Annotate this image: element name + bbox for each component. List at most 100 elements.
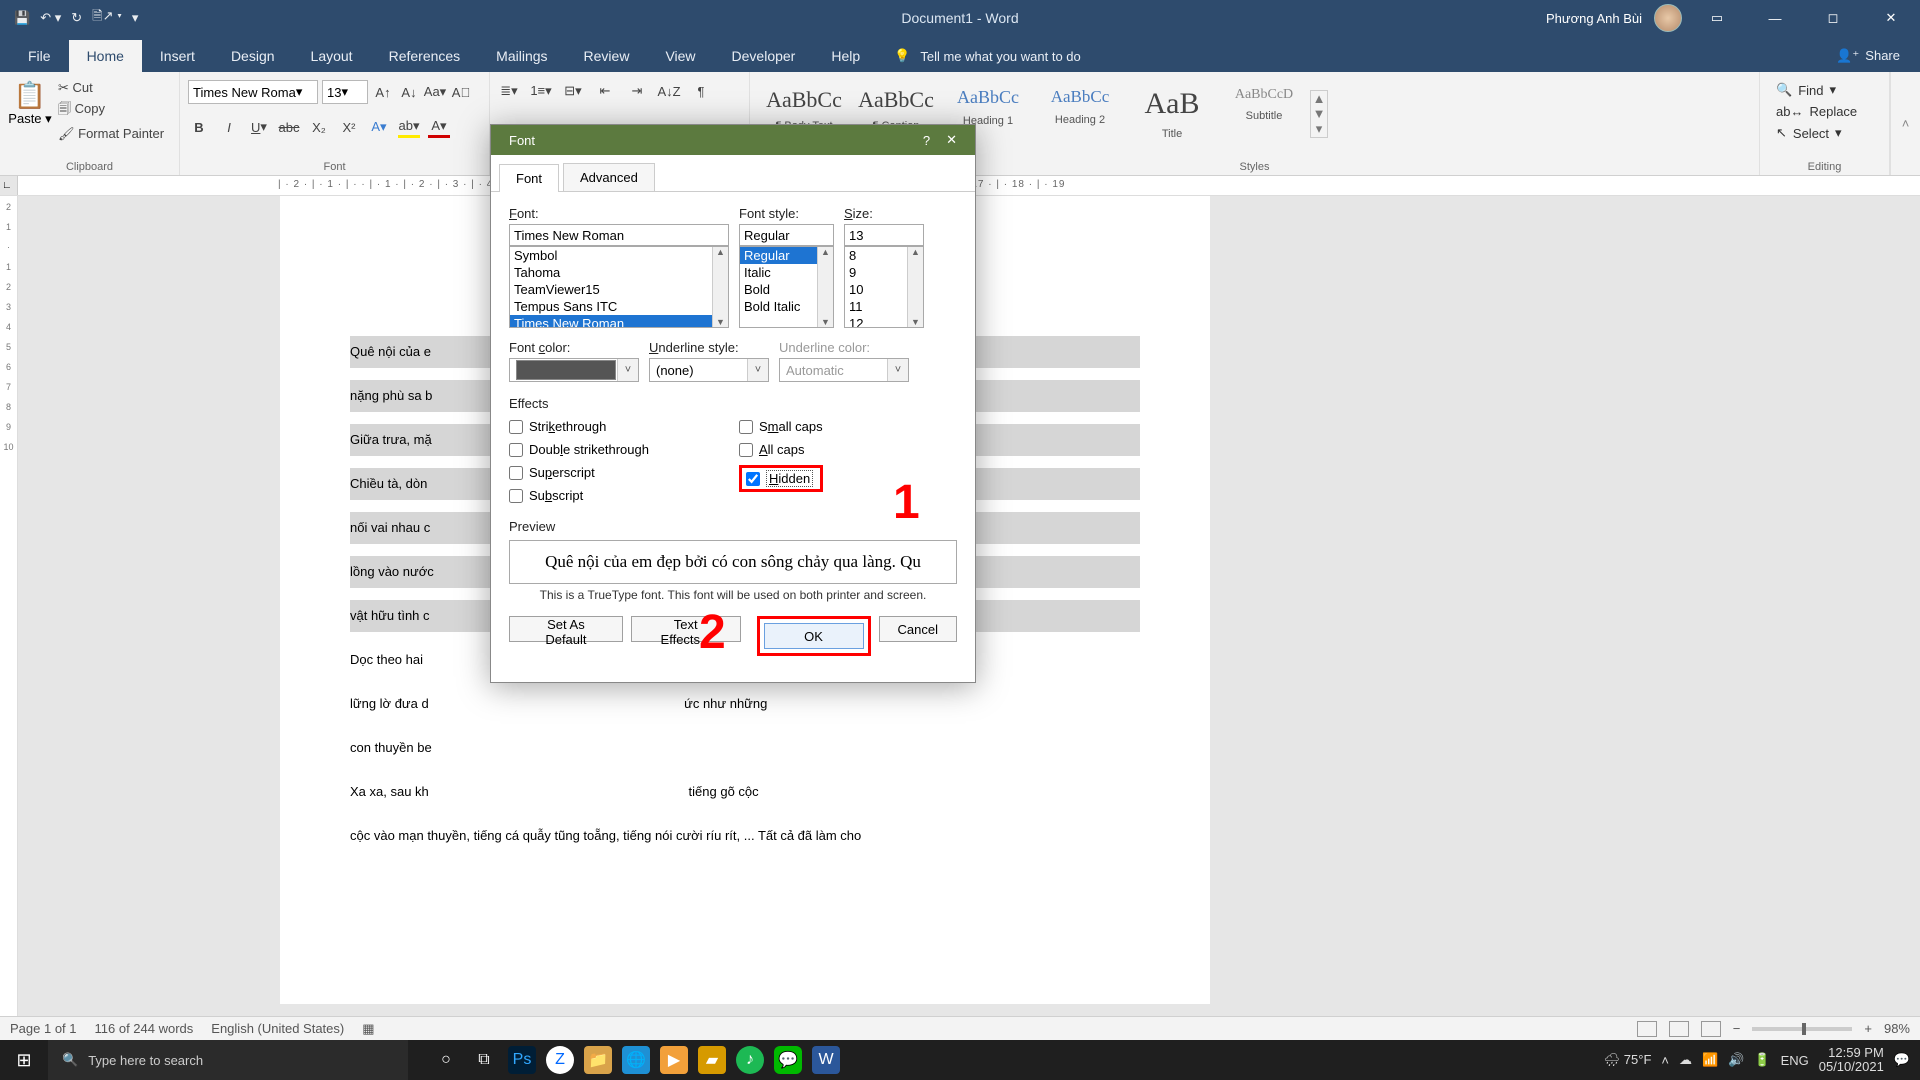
page-status[interactable]: Page 1 of 1	[10, 1021, 77, 1036]
zoom-level[interactable]: 98%	[1884, 1021, 1910, 1036]
ribbon-display-icon[interactable]: ▭	[1694, 0, 1740, 36]
maximize-icon[interactable]: ◻	[1810, 0, 1856, 36]
zoom-in-icon[interactable]: +	[1864, 1021, 1872, 1036]
shrink-font-icon[interactable]: A↓	[398, 81, 420, 103]
language-indicator[interactable]: ENG	[1781, 1053, 1809, 1068]
zoom-slider[interactable]	[1752, 1027, 1852, 1031]
superscript-checkbox[interactable]: Superscript	[509, 465, 649, 480]
underline-style-dropdown[interactable]: (none)	[649, 358, 769, 382]
tab-help[interactable]: Help	[813, 40, 878, 72]
subscript-checkbox[interactable]: Subscript	[509, 488, 649, 503]
user-name[interactable]: Phương Anh Bùi	[1546, 11, 1642, 26]
bold-icon[interactable]: B	[188, 116, 210, 138]
cut-button[interactable]: ✂ Cut	[58, 80, 164, 96]
macro-icon[interactable]: ▦	[362, 1021, 374, 1037]
word-icon[interactable]: W	[812, 1046, 840, 1074]
print-layout-icon[interactable]	[1669, 1021, 1689, 1037]
ok-button[interactable]: OK	[764, 623, 864, 649]
hidden-checkbox[interactable]: Hidden	[746, 470, 813, 487]
all-caps-checkbox[interactable]: All caps	[739, 442, 823, 457]
tab-selector-icon[interactable]: ∟	[0, 178, 14, 193]
avatar[interactable]	[1654, 4, 1682, 32]
cloud-icon[interactable]: ☁	[1679, 1052, 1692, 1068]
tab-layout[interactable]: Layout	[293, 40, 371, 72]
line-icon[interactable]: 💬	[774, 1046, 802, 1074]
read-mode-icon[interactable]	[1637, 1021, 1657, 1037]
font-name-combo[interactable]: Times New Roma ▾	[188, 80, 318, 104]
bullets-icon[interactable]: ≣▾	[498, 80, 520, 102]
zalo-icon[interactable]: Z	[546, 1046, 574, 1074]
dialog-close-icon[interactable]: ✕	[938, 132, 965, 148]
wifi-icon[interactable]: 📶	[1702, 1052, 1718, 1068]
styles-more-icon[interactable]: ▾	[1311, 121, 1327, 137]
font-size-listbox[interactable]: 8 9 10 11 12	[844, 246, 924, 328]
undo-icon[interactable]: ↶ ▾	[40, 10, 61, 26]
minimize-icon[interactable]: —	[1752, 0, 1798, 36]
app-icon[interactable]: ▶	[660, 1046, 688, 1074]
clock[interactable]: 12:59 PM05/10/2021	[1819, 1046, 1884, 1074]
photoshop-icon[interactable]: Ps	[508, 1046, 536, 1074]
replace-button[interactable]: ab↔ Replace	[1776, 104, 1873, 119]
web-layout-icon[interactable]	[1701, 1021, 1721, 1037]
strikethrough-checkbox[interactable]: Strikethrough	[509, 419, 649, 434]
format-painter-button[interactable]: 🖌 Format Painter	[58, 126, 164, 142]
save-icon[interactable]: 💾	[14, 10, 30, 26]
set-as-default-button[interactable]: Set As Default	[509, 616, 623, 642]
font-style-input[interactable]	[739, 224, 834, 246]
clear-format-icon[interactable]: A⃠	[450, 81, 472, 103]
tab-view[interactable]: View	[647, 40, 713, 72]
export-icon[interactable]: 🗎↗ ▾	[92, 7, 122, 29]
edge-icon[interactable]: 🌐	[622, 1046, 650, 1074]
font-size-combo[interactable]: 13 ▾	[322, 80, 368, 104]
underline-icon[interactable]: U▾	[248, 116, 270, 138]
word-count[interactable]: 116 of 244 words	[95, 1021, 194, 1036]
notification-icon[interactable]: 💬	[1894, 1052, 1910, 1068]
sticky-notes-icon[interactable]: ▰	[698, 1046, 726, 1074]
font-size-input[interactable]	[844, 224, 924, 246]
dialog-tab-advanced[interactable]: Advanced	[563, 163, 655, 191]
file-explorer-icon[interactable]: 📁	[584, 1046, 612, 1074]
dialog-title-bar[interactable]: Font ? ✕	[491, 125, 975, 155]
grow-font-icon[interactable]: A↑	[372, 81, 394, 103]
inc-indent-icon[interactable]: ⇥	[626, 80, 648, 102]
sort-icon[interactable]: A↓Z	[658, 80, 680, 102]
scrollbar[interactable]	[907, 247, 923, 327]
tab-review[interactable]: Review	[566, 40, 648, 72]
highlight-icon[interactable]: ab▾	[398, 116, 420, 138]
task-view-icon[interactable]: ⧉	[470, 1046, 498, 1074]
font-color-icon[interactable]: A▾	[428, 116, 450, 138]
cortana-icon[interactable]: ○	[432, 1046, 460, 1074]
show-marks-icon[interactable]: ¶	[690, 80, 712, 102]
select-button[interactable]: ↖ Select ▾	[1776, 125, 1873, 141]
tab-design[interactable]: Design	[213, 40, 293, 72]
subscript-icon[interactable]: X₂	[308, 116, 330, 138]
font-color-dropdown[interactable]	[509, 358, 639, 382]
show-hidden-icon[interactable]: ˄	[1661, 1053, 1669, 1068]
close-icon[interactable]: ✕	[1868, 0, 1914, 36]
copy-button[interactable]: 🗐 Copy	[58, 100, 164, 122]
small-caps-checkbox[interactable]: Small caps	[739, 419, 823, 434]
text-effects-icon[interactable]: A▾	[368, 116, 390, 138]
double-strikethrough-checkbox[interactable]: Double strikethrough	[509, 442, 649, 457]
font-listbox[interactable]: Symbol Tahoma TeamViewer15 Tempus Sans I…	[509, 246, 729, 328]
scrollbar[interactable]	[712, 247, 728, 327]
taskbar-search[interactable]: 🔍 Type here to search	[48, 1040, 408, 1080]
superscript-icon[interactable]: X²	[338, 116, 360, 138]
qat-dropdown-icon[interactable]: ▾	[132, 10, 139, 26]
dialog-help-icon[interactable]: ?	[915, 133, 938, 148]
multilevel-icon[interactable]: ⊟▾	[562, 80, 584, 102]
italic-icon[interactable]: I	[218, 116, 240, 138]
strike-icon[interactable]: abc	[278, 116, 300, 138]
font-input[interactable]	[509, 224, 729, 246]
tab-mailings[interactable]: Mailings	[478, 40, 565, 72]
collapse-ribbon-icon[interactable]: ˄	[1902, 116, 1910, 131]
redo-icon[interactable]: ↻	[71, 10, 82, 26]
weather-icon[interactable]: 🌧 75°F	[1604, 1052, 1652, 1068]
battery-icon[interactable]: 🔋	[1754, 1052, 1770, 1068]
find-button[interactable]: 🔍 Find ▾	[1776, 82, 1873, 98]
tab-home[interactable]: Home	[69, 40, 142, 72]
styles-up-icon[interactable]: ▲	[1311, 91, 1327, 106]
spotify-icon[interactable]: ♪	[736, 1046, 764, 1074]
tab-file[interactable]: File	[10, 40, 69, 72]
scrollbar[interactable]	[817, 247, 833, 327]
